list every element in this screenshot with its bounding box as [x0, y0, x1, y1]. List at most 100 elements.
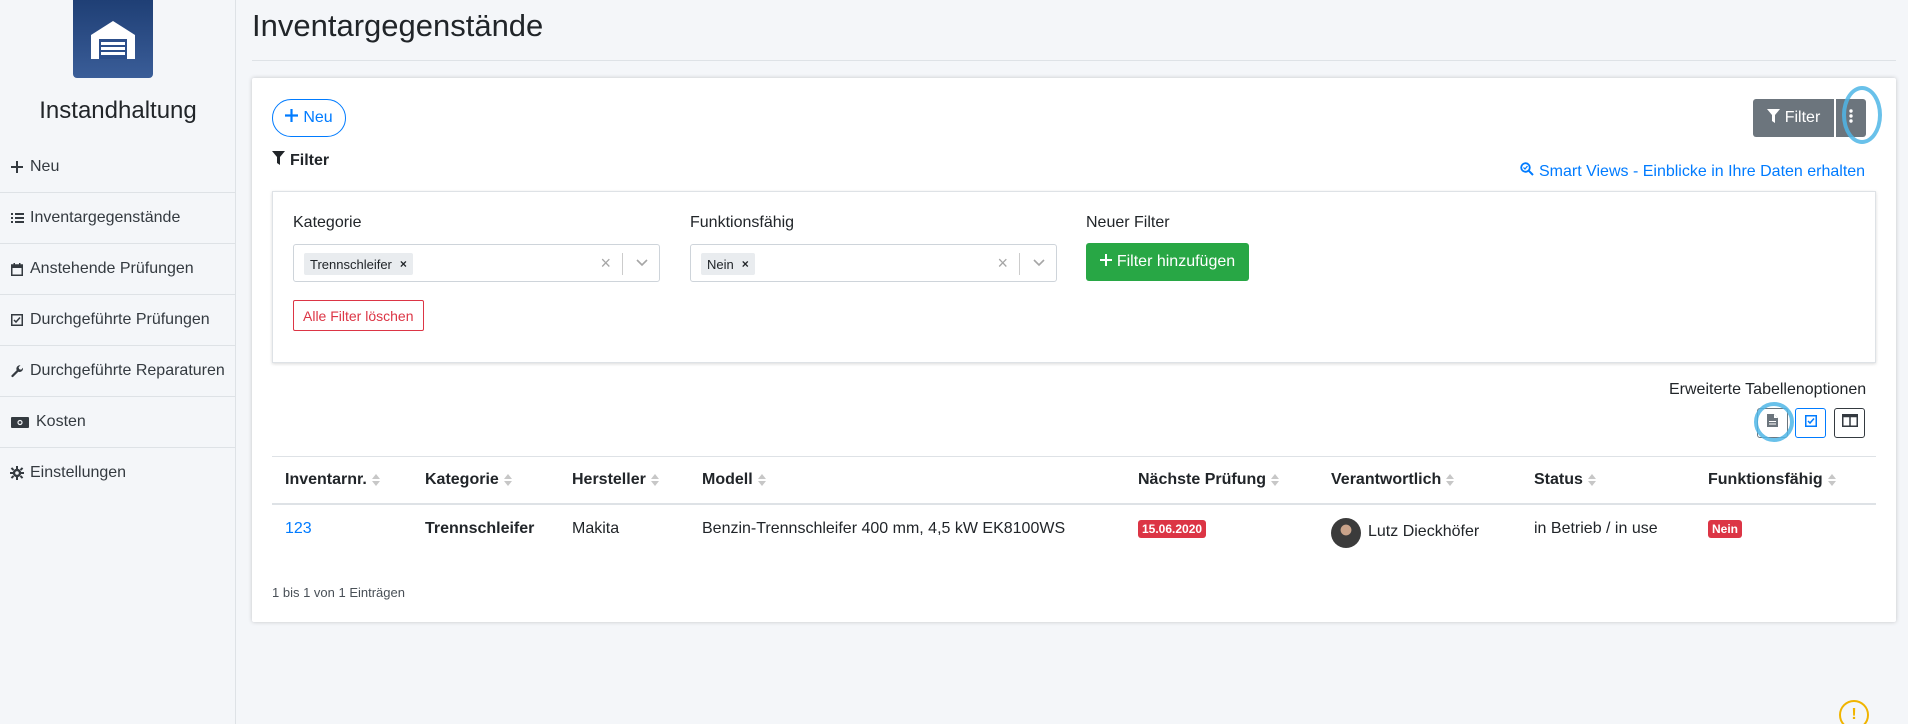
column-header[interactable]: Modell [702, 471, 766, 489]
table-row[interactable]: 123 Trennschleifer Makita Benzin-Trennsc… [272, 505, 1876, 555]
sidebar-item-label: Kosten [36, 413, 86, 430]
funktionsfaehig-select[interactable]: Nein × × [690, 244, 1057, 282]
naechste-pruefung-cell: 15.06.2020 [1138, 520, 1207, 538]
extended-table-options-label: Erweiterte Tabellenoptionen [1669, 381, 1867, 398]
more-options-button[interactable] [1836, 99, 1866, 137]
chevron-down-icon[interactable] [635, 255, 649, 274]
modell-cell: Benzin-Trennschleifer 400 mm, 4,5 kW EK8… [702, 520, 1066, 537]
filter-button[interactable]: Filter [1753, 99, 1834, 137]
page-title: Inventargegenstände [252, 8, 544, 43]
column-header[interactable]: Inventarnr. [285, 471, 380, 489]
filter-heading: Filter [272, 151, 329, 170]
filter-heading-label: Filter [290, 151, 330, 169]
funnel-icon [1766, 108, 1780, 128]
sort-icon [371, 474, 380, 486]
table-header: Inventarnr. Kategorie Hersteller Modell … [272, 456, 1876, 505]
sidebar-item-durchgefuehrte-reparaturen[interactable]: Durchgeführte Reparaturen [0, 346, 236, 397]
check-square-icon [1804, 414, 1817, 432]
sidebar-item-label: Inventargegenstände [30, 209, 181, 226]
neuer-filter-label: Neuer Filter [1086, 214, 1170, 231]
column-header[interactable]: Status [1534, 471, 1596, 489]
sidebar: Instandhaltung Neu Inventargegenstände A… [0, 0, 236, 724]
sidebar-item-neu[interactable]: Neu [0, 142, 236, 193]
search-icon [1520, 162, 1534, 181]
date-badge: 15.06.2020 [1138, 520, 1207, 538]
chevron-down-icon[interactable] [1032, 255, 1046, 274]
kategorie-select[interactable]: Trennschleifer × × [293, 244, 660, 282]
clear-all-filters-button[interactable]: Alle Filter löschen [293, 300, 424, 331]
app-title: Instandhaltung [39, 97, 197, 124]
entries-count: 1 bis 1 von 1 Einträgen [272, 585, 405, 600]
file-icon [1767, 414, 1778, 432]
sidebar-item-label: Durchgeführte Reparaturen [30, 362, 225, 379]
warning-icon[interactable]: ! [1839, 700, 1869, 724]
funktionsfaehig-cell: Nein [1708, 520, 1743, 538]
vertical-dots-icon [1849, 108, 1853, 128]
list-icon [10, 206, 24, 230]
column-header[interactable]: Nächste Prüfung [1138, 471, 1280, 489]
chip-label: Nein [707, 256, 734, 272]
sort-icon [1446, 474, 1455, 486]
filter-chip: Nein × [701, 253, 755, 275]
chip-remove-icon[interactable]: × [400, 257, 407, 271]
avatar [1331, 518, 1361, 548]
status-badge: Nein [1708, 520, 1743, 538]
column-header[interactable]: Verantwortlich [1331, 471, 1455, 489]
sidebar-item-label: Neu [30, 158, 60, 175]
calendar-icon [10, 257, 24, 281]
export-file-button[interactable] [1757, 408, 1788, 438]
smart-views-link[interactable]: Smart Views - Einblicke in Ihre Daten er… [1520, 162, 1865, 181]
smart-views-label: Smart Views - Einblicke in Ihre Daten er… [1539, 162, 1866, 180]
verantwortlich-cell: Lutz Dieckhöfer [1331, 518, 1480, 548]
clear-icon[interactable]: × [997, 253, 1008, 274]
column-header[interactable]: Funktionsfähig [1708, 471, 1836, 489]
sort-icon [1271, 474, 1280, 486]
funktionsfaehig-label: Funktionsfähig [690, 214, 795, 231]
sidebar-item-kosten[interactable]: Kosten [0, 397, 236, 448]
select-rows-button[interactable] [1795, 408, 1826, 438]
money-icon [10, 410, 30, 434]
kategorie-cell: Trennschleifer [425, 520, 535, 537]
column-header[interactable]: Hersteller [572, 471, 659, 489]
sort-icon [1587, 474, 1596, 486]
plus-icon [285, 109, 299, 127]
column-header[interactable]: Kategorie [425, 471, 512, 489]
check-square-icon [10, 308, 24, 332]
new-button[interactable]: Neu [272, 99, 346, 137]
chip-remove-icon[interactable]: × [742, 257, 749, 271]
sidebar-nav: Neu Inventargegenstände Anstehende Prüfu… [0, 142, 236, 498]
hersteller-cell: Makita [572, 520, 620, 537]
gear-icon [10, 461, 24, 485]
inventarnr-link[interactable]: 123 [285, 520, 312, 538]
sort-icon [1827, 474, 1836, 486]
garage-logo-icon[interactable] [73, 0, 153, 78]
add-filter-label: Filter hinzufügen [1116, 253, 1236, 270]
sort-icon [757, 474, 766, 486]
filter-panel: Kategorie Trennschleifer × × Funktionsfä… [272, 191, 1876, 363]
clear-icon[interactable]: × [600, 253, 611, 274]
chip-label: Trennschleifer [310, 256, 392, 272]
user-name: Lutz Dieckhöfer [1368, 523, 1480, 540]
columns-button[interactable] [1834, 408, 1865, 438]
kategorie-label: Kategorie [293, 214, 362, 231]
separator [1019, 253, 1020, 275]
inventory-card: Neu Filter Filter Smart Views - Einblick… [252, 78, 1896, 622]
status-cell: in Betrieb / in use [1534, 520, 1658, 537]
filter-button-label: Filter [1784, 109, 1821, 126]
add-filter-button[interactable]: Filter hinzufügen [1086, 243, 1249, 281]
plus-icon [1099, 253, 1112, 271]
sidebar-item-einstellungen[interactable]: Einstellungen [0, 448, 236, 498]
sidebar-item-label: Einstellungen [30, 464, 127, 481]
divider [252, 60, 1896, 61]
plus-icon [10, 155, 24, 179]
sidebar-item-label: Anstehende Prüfungen [30, 260, 194, 277]
sort-icon [503, 474, 512, 486]
new-button-label: Neu [303, 109, 333, 126]
sidebar-item-label: Durchgeführte Prüfungen [30, 311, 210, 328]
columns-icon [1841, 414, 1858, 432]
sidebar-item-durchgefuehrte-pruefungen[interactable]: Durchgeführte Prüfungen [0, 295, 236, 346]
filter-chip: Trennschleifer × [304, 253, 413, 275]
sidebar-item-inventargegenstaende[interactable]: Inventargegenstände [0, 193, 236, 244]
sidebar-item-anstehende-pruefungen[interactable]: Anstehende Prüfungen [0, 244, 236, 295]
sort-icon [650, 474, 659, 486]
